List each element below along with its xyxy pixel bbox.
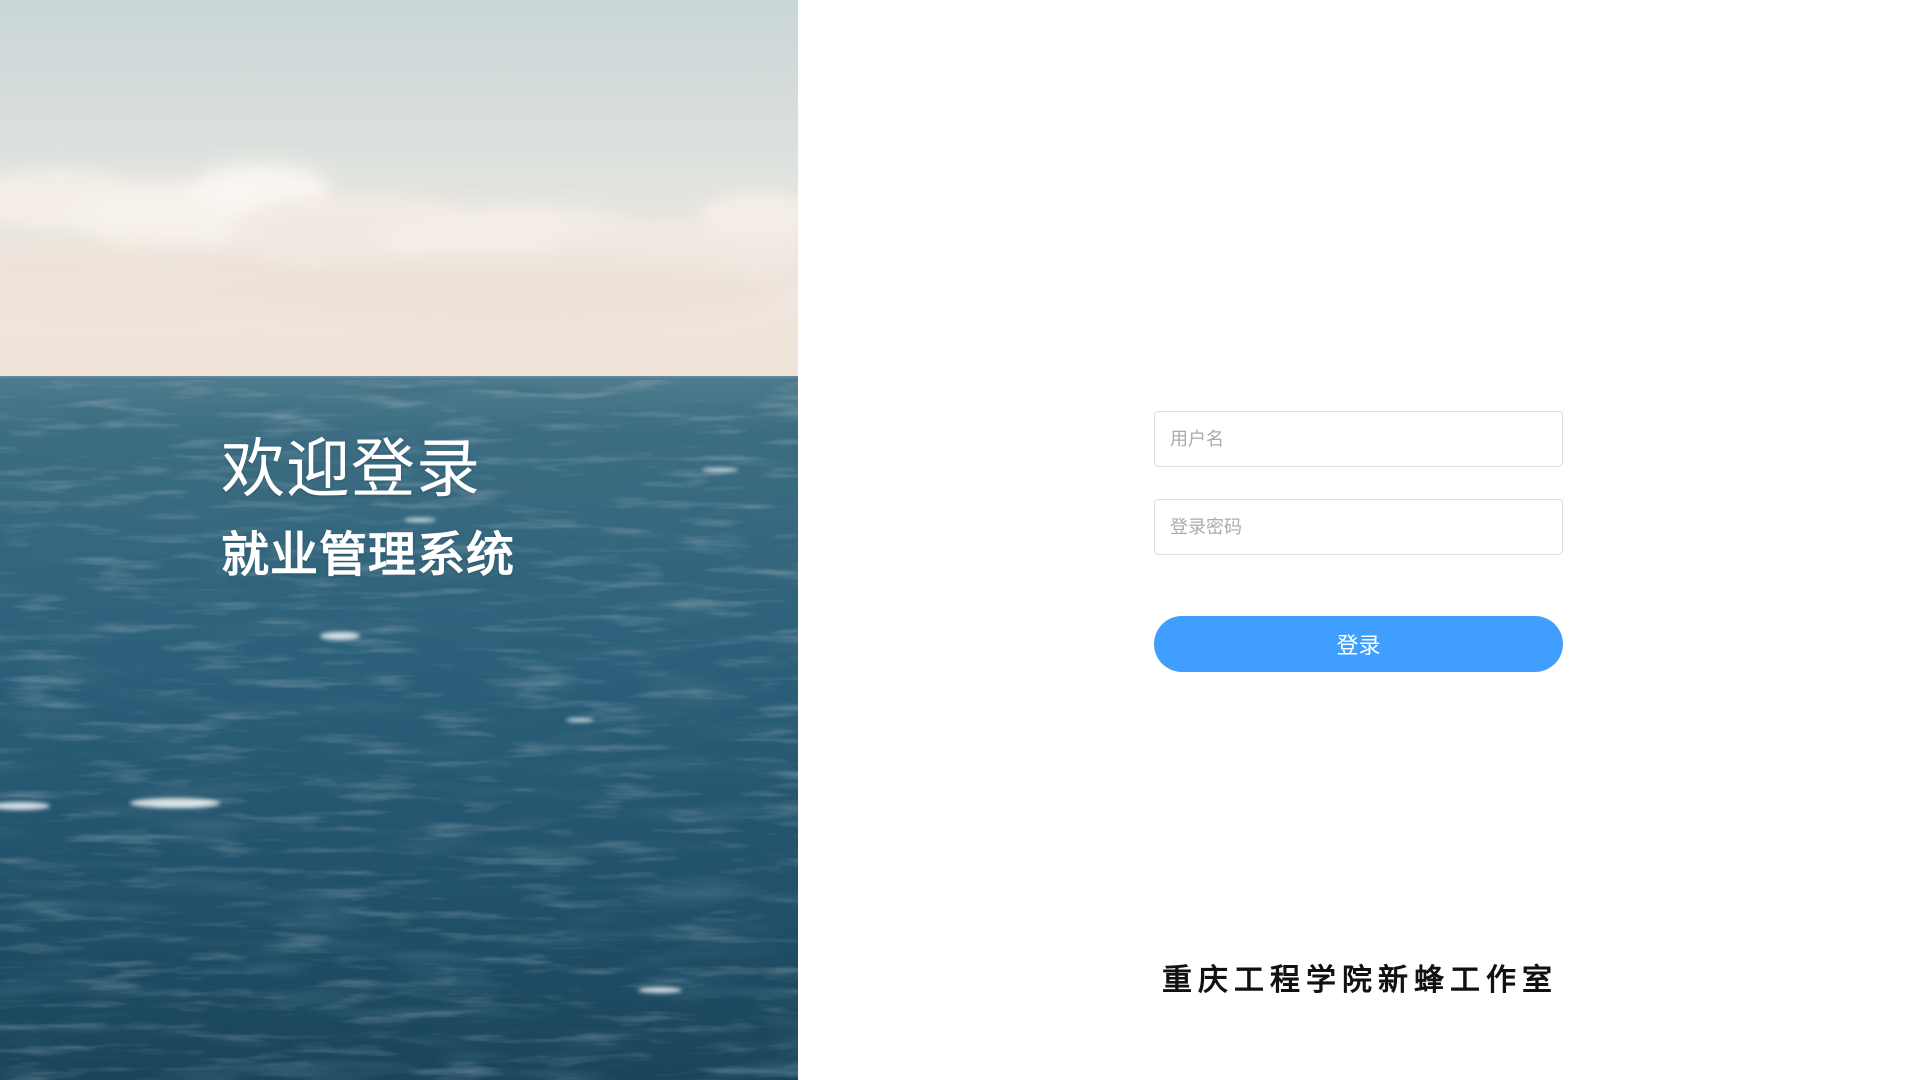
login-page: 欢迎登录 就业管理系统 登录 重庆工程学院新蜂工作室	[0, 0, 1920, 1080]
login-form: 登录	[1154, 411, 1563, 672]
hero-panel: 欢迎登录 就业管理系统	[0, 0, 798, 1080]
hero-text: 欢迎登录 就业管理系统	[221, 432, 515, 585]
password-input[interactable]	[1154, 499, 1563, 555]
username-input[interactable]	[1154, 411, 1563, 467]
system-name: 就业管理系统	[221, 527, 516, 583]
login-button[interactable]: 登录	[1154, 616, 1563, 672]
welcome-title: 欢迎登录	[221, 433, 481, 507]
studio-name: 重庆工程学院新蜂工作室	[1162, 963, 1558, 998]
